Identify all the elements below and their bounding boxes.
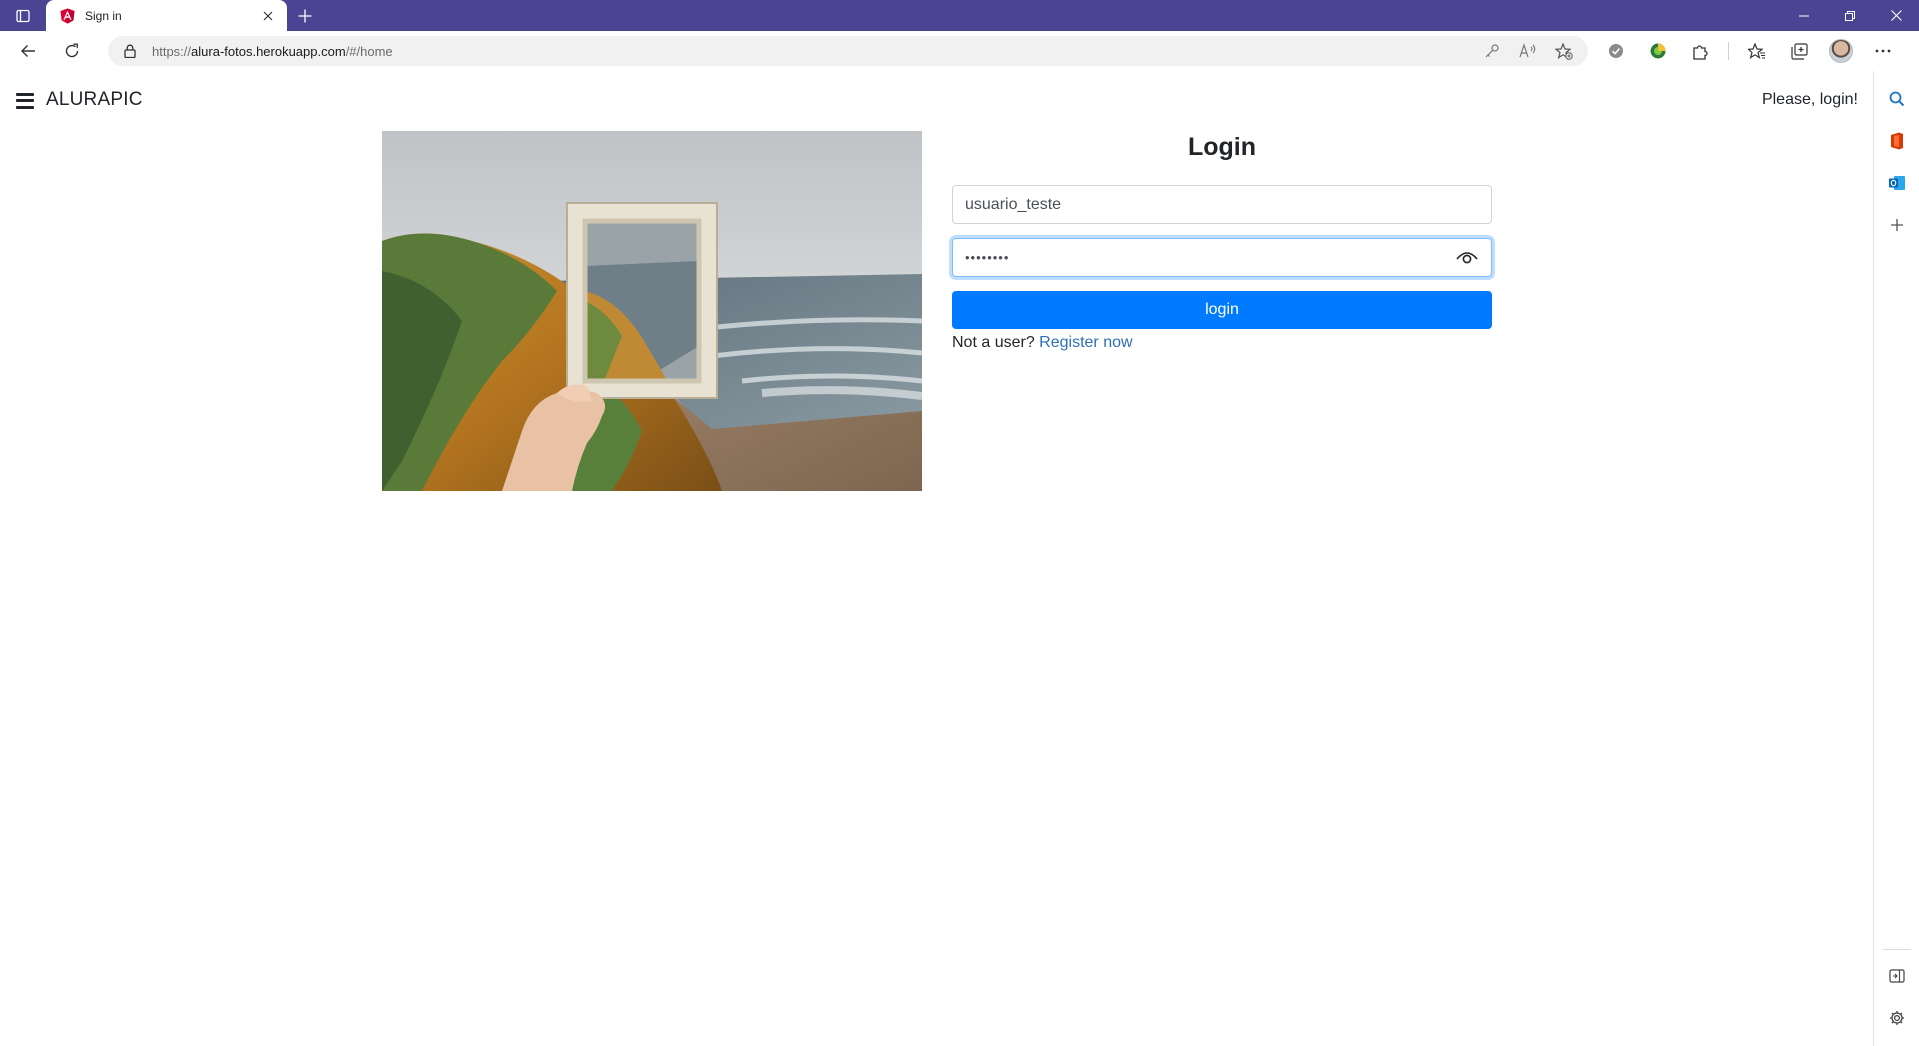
close-icon [1890,10,1902,21]
plus-icon [298,9,312,22]
url-path: /#/home [345,43,393,59]
sidebar-add-button[interactable] [1879,207,1915,243]
extension-button[interactable] [1640,35,1676,67]
arrow-left-icon [21,45,35,57]
add-favorite-button[interactable] [1548,38,1580,64]
register-prompt: Not a user? Register now [952,334,1492,352]
close-tab-icon[interactable] [259,7,277,25]
read-aloud-icon [1519,43,1536,58]
app-header: ALURAPIC Please, login! [0,71,1873,128]
minimize-button[interactable] [1781,0,1827,31]
tab-actions-icon [16,9,30,22]
brand-logo-text[interactable]: ALURAPIC [46,89,143,111]
tab-title: Sign in [85,8,122,23]
window-controls [1781,0,1919,31]
read-aloud-button[interactable] [1512,38,1544,64]
angular-icon [59,8,75,24]
edge-sidebar [1873,71,1919,1046]
settings-more-button[interactable] [1865,35,1901,67]
office-icon [1890,132,1903,150]
url-host: alura-fotos.herokuapp.com [191,43,346,59]
sidebar-hide-button[interactable] [1879,958,1915,994]
username-field[interactable] [952,185,1492,224]
login-title: Login [1187,133,1257,161]
profile-button[interactable] [1823,35,1859,67]
refresh-button[interactable] [54,35,90,67]
login-hint: Please, login! [1761,90,1858,108]
browser-window: Sign in https://alura-fotos.herokuapp.co… [0,0,1919,1046]
login-photo [382,131,922,491]
tab-sign-in[interactable]: Sign in [46,0,287,31]
collections-button[interactable] [1781,35,1817,67]
minimize-icon [1799,15,1809,16]
restore-icon [1845,10,1855,21]
extension-logo-icon [1650,43,1666,59]
password-input[interactable] [965,250,1455,265]
lock-icon[interactable] [122,43,138,59]
browser-toolbar: https://alura-fotos.herokuapp.com/#/home [0,31,1919,71]
hamburger-menu-icon[interactable] [16,92,34,109]
back-button[interactable] [10,35,46,67]
plus-icon [1890,219,1903,231]
url-text[interactable]: https://alura-fotos.herokuapp.com/#/home [152,44,1476,59]
eye-icon[interactable] [1455,246,1479,270]
url-scheme: https:// [152,43,192,59]
star-add-icon [1555,42,1573,60]
tab-bar: Sign in [0,0,1919,31]
page-viewport: ALURAPIC Please, login! Login usuario_te… [0,71,1873,1046]
address-bar[interactable]: https://alura-fotos.herokuapp.com/#/home [108,36,1588,66]
gear-icon [1889,1011,1904,1025]
collections-icon [1790,42,1808,60]
toolbar-separator [1728,42,1729,60]
password-field[interactable] [952,238,1492,277]
key-icon [1485,44,1499,58]
check-circle-icon [1609,44,1623,58]
extensions-button[interactable] [1682,35,1718,67]
favorites-icon [1748,42,1765,59]
register-link[interactable]: Register now [1039,334,1132,351]
login-section: Login login Not a user? Reg [382,131,1492,491]
sidebar-settings-button[interactable] [1879,1000,1915,1036]
refresh-icon [65,43,79,58]
puzzle-icon [1692,44,1708,60]
restore-button[interactable] [1827,0,1873,31]
more-horizontal-icon [1875,49,1891,53]
search-icon [1889,91,1904,107]
new-tab-button[interactable] [287,0,323,31]
hide-sidebar-icon [1888,969,1905,983]
password-key-button[interactable] [1476,38,1508,64]
sidebar-outlook-button[interactable] [1879,165,1915,201]
sidebar-divider [1882,949,1911,950]
favorites-button[interactable] [1739,35,1775,67]
outlook-icon [1888,176,1905,190]
username-input[interactable] [965,195,1479,214]
register-prompt-text: Not a user? [952,334,1035,351]
avatar [1829,39,1853,63]
login-button[interactable]: login [952,291,1492,329]
sidebar-search-button[interactable] [1879,81,1915,117]
extension-check-button[interactable] [1598,35,1634,67]
login-form: Login login Not a user? Reg [952,131,1492,491]
tab-actions-button[interactable] [0,0,46,31]
sidebar-office-button[interactable] [1879,123,1915,159]
close-window-button[interactable] [1873,0,1919,31]
